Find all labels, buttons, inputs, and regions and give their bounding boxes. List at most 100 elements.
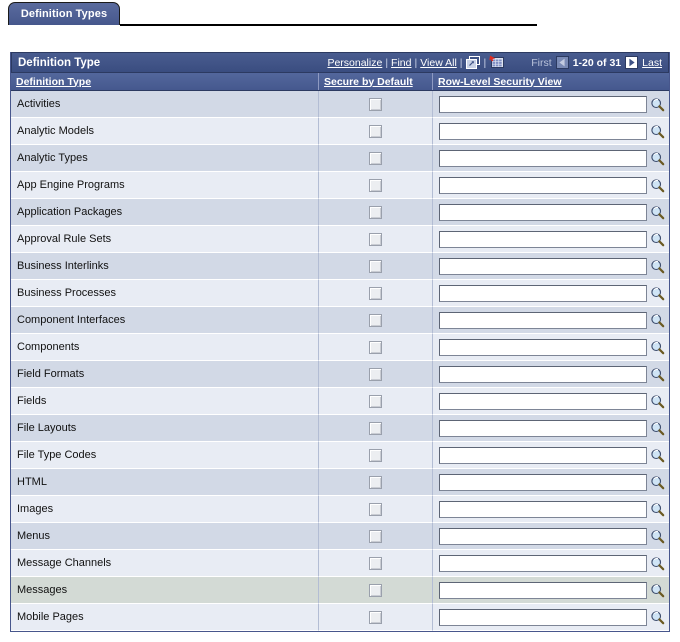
cell-definition-type: Component Interfaces	[11, 307, 319, 334]
table-row[interactable]: HTML	[11, 469, 669, 496]
lookup-search-icon[interactable]	[650, 232, 665, 247]
table-row[interactable]: Messages	[11, 577, 669, 604]
cell-secure-by-default	[319, 469, 433, 496]
secure-by-default-checkbox[interactable]	[369, 421, 382, 435]
lookup-search-icon[interactable]	[650, 475, 665, 490]
table-row[interactable]: Component Interfaces	[11, 307, 669, 334]
row-level-security-view-field-wrap	[439, 230, 669, 248]
secure-by-default-checkbox[interactable]	[369, 286, 382, 300]
table-row[interactable]: Activities	[11, 91, 669, 118]
secure-by-default-checkbox[interactable]	[369, 340, 382, 354]
secure-by-default-checkbox[interactable]	[369, 232, 382, 246]
table-row[interactable]: Field Formats	[11, 361, 669, 388]
secure-by-default-checkbox[interactable]	[369, 259, 382, 273]
lookup-search-icon[interactable]	[650, 340, 665, 355]
lookup-search-icon[interactable]	[650, 124, 665, 139]
secure-by-default-checkbox[interactable]	[369, 124, 382, 138]
lookup-search-icon[interactable]	[650, 421, 665, 436]
lookup-search-icon[interactable]	[650, 367, 665, 382]
table-row[interactable]: Message Channels	[11, 550, 669, 577]
row-level-security-view-input[interactable]	[439, 473, 647, 491]
download-to-spreadsheet-icon[interactable]	[489, 55, 505, 70]
table-row[interactable]: Application Packages	[11, 199, 669, 226]
secure-by-default-checkbox[interactable]	[369, 610, 382, 624]
lookup-search-icon[interactable]	[650, 502, 665, 517]
secure-by-default-checkbox[interactable]	[369, 502, 382, 516]
lookup-search-icon[interactable]	[650, 259, 665, 274]
row-level-security-view-input[interactable]	[439, 230, 647, 248]
table-row[interactable]: Business Processes	[11, 280, 669, 307]
row-level-security-view-field-wrap	[439, 95, 669, 113]
secure-by-default-checkbox[interactable]	[369, 205, 382, 219]
row-level-security-view-input[interactable]	[439, 122, 647, 140]
secure-by-default-checkbox[interactable]	[369, 97, 382, 111]
secure-by-default-checkbox[interactable]	[369, 151, 382, 165]
lookup-search-icon[interactable]	[650, 529, 665, 544]
row-level-security-view-input[interactable]	[439, 95, 647, 113]
table-row[interactable]: Analytic Types	[11, 145, 669, 172]
row-level-security-view-input[interactable]	[439, 338, 647, 356]
cell-row-level-security-view	[433, 118, 669, 145]
lookup-search-icon[interactable]	[650, 205, 665, 220]
next-arrow-icon[interactable]	[625, 56, 639, 69]
cell-secure-by-default	[319, 253, 433, 280]
lookup-search-icon[interactable]	[650, 583, 665, 598]
row-level-security-view-input[interactable]	[439, 527, 647, 545]
lookup-search-icon[interactable]	[650, 610, 665, 625]
secure-by-default-checkbox[interactable]	[369, 529, 382, 543]
row-level-security-view-input[interactable]	[439, 419, 647, 437]
row-level-security-view-input[interactable]	[439, 365, 647, 383]
view-all-link[interactable]: View All	[420, 57, 457, 69]
row-level-security-view-input[interactable]	[439, 149, 647, 167]
lookup-search-icon[interactable]	[650, 286, 665, 301]
zoom-icon[interactable]	[465, 55, 481, 70]
secure-by-default-checkbox[interactable]	[369, 394, 382, 408]
secure-by-default-checkbox[interactable]	[369, 367, 382, 381]
table-row[interactable]: Approval Rule Sets	[11, 226, 669, 253]
row-level-security-view-input[interactable]	[439, 608, 647, 626]
table-row[interactable]: File Type Codes	[11, 442, 669, 469]
row-level-security-view-input[interactable]	[439, 581, 647, 599]
table-row[interactable]: Analytic Models	[11, 118, 669, 145]
row-level-security-view-input[interactable]	[439, 311, 647, 329]
definition-types-tab[interactable]: Definition Types	[8, 2, 120, 25]
lookup-search-icon[interactable]	[650, 151, 665, 166]
lookup-search-icon[interactable]	[650, 556, 665, 571]
secure-by-default-checkbox[interactable]	[369, 313, 382, 327]
lookup-search-icon[interactable]	[650, 448, 665, 463]
row-level-security-view-input[interactable]	[439, 203, 647, 221]
row-level-security-view-input[interactable]	[439, 500, 647, 518]
table-row[interactable]: Fields	[11, 388, 669, 415]
column-header-definition-type[interactable]: Definition Type	[11, 73, 319, 90]
lookup-search-icon[interactable]	[650, 394, 665, 409]
column-header-row-level-security-view[interactable]: Row-Level Security View	[433, 73, 669, 90]
row-level-security-view-input[interactable]	[439, 446, 647, 464]
cell-secure-by-default	[319, 280, 433, 307]
table-row[interactable]: Mobile Pages	[11, 604, 669, 631]
cell-definition-type: Fields	[11, 388, 319, 415]
secure-by-default-checkbox[interactable]	[369, 583, 382, 597]
secure-by-default-checkbox[interactable]	[369, 448, 382, 462]
row-level-security-view-input[interactable]	[439, 257, 647, 275]
table-row[interactable]: Components	[11, 334, 669, 361]
table-row[interactable]: Images	[11, 496, 669, 523]
row-level-security-view-field-wrap	[439, 446, 669, 464]
secure-by-default-checkbox[interactable]	[369, 178, 382, 192]
row-level-security-view-input[interactable]	[439, 284, 647, 302]
lookup-search-icon[interactable]	[650, 313, 665, 328]
table-row[interactable]: App Engine Programs	[11, 172, 669, 199]
last-page-link[interactable]: Last	[642, 57, 662, 69]
secure-by-default-checkbox[interactable]	[369, 556, 382, 570]
secure-by-default-checkbox[interactable]	[369, 475, 382, 489]
table-row[interactable]: Business Interlinks	[11, 253, 669, 280]
lookup-search-icon[interactable]	[650, 97, 665, 112]
row-level-security-view-input[interactable]	[439, 392, 647, 410]
row-level-security-view-input[interactable]	[439, 554, 647, 572]
table-row[interactable]: Menus	[11, 523, 669, 550]
table-row[interactable]: File Layouts	[11, 415, 669, 442]
personalize-link[interactable]: Personalize	[327, 57, 382, 69]
find-link[interactable]: Find	[391, 57, 411, 69]
column-header-secure-by-default[interactable]: Secure by Default	[319, 73, 433, 90]
lookup-search-icon[interactable]	[650, 178, 665, 193]
row-level-security-view-input[interactable]	[439, 176, 647, 194]
